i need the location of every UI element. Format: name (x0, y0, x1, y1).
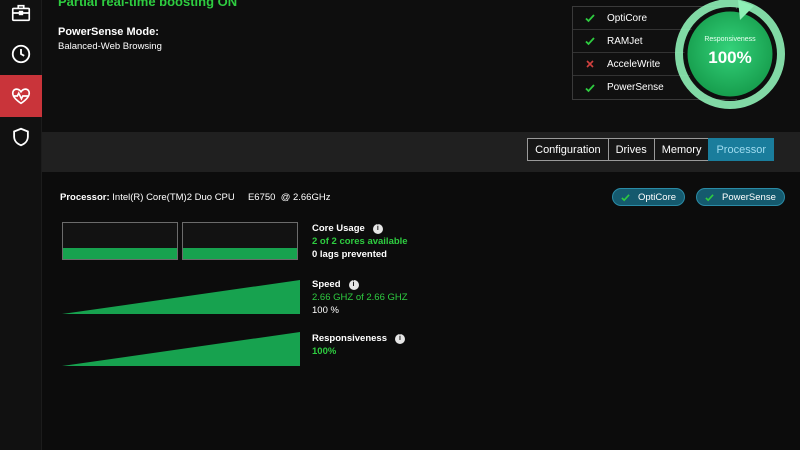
feature-label: RAMJet (607, 35, 643, 47)
responsiveness-gauge: Responsiveness 100% (674, 0, 786, 110)
speed-title: Speed i (312, 279, 359, 290)
responsiveness-value: 100% (312, 346, 337, 357)
core-usage-meter-1 (62, 222, 178, 260)
nav-health[interactable] (0, 75, 42, 117)
gauge-label: Responsiveness (704, 36, 756, 43)
responsiveness-title: Responsiveness i (312, 333, 405, 344)
tab-configuration[interactable]: Configuration (527, 138, 609, 161)
check-icon (583, 81, 597, 95)
nav-history[interactable] (0, 33, 42, 75)
feature-label: PowerSense (607, 82, 664, 93)
nav-rail (0, 0, 42, 450)
responsiveness-ramp-fill (62, 332, 300, 366)
clock-icon (11, 44, 31, 64)
powersense-pill[interactable]: PowerSense (696, 188, 785, 206)
powersense-mode-label: PowerSense Mode: (58, 26, 159, 38)
responsiveness-ramp (62, 332, 300, 366)
core-usage-fill (183, 248, 297, 259)
core-usage-meter-2 (182, 222, 298, 260)
heart-pulse-icon (11, 88, 31, 105)
tab-processor[interactable]: Processor (708, 138, 774, 161)
info-icon[interactable]: i (348, 279, 359, 290)
check-icon (621, 193, 630, 202)
feature-label: OptiCore (607, 12, 648, 24)
speed-percent: 100 % (312, 305, 339, 316)
processor-panel: Processor: Intel(R) Core(TM)2 Duo CPU E6… (42, 172, 800, 450)
status-panel: Partial real-time boosting ON PowerSense… (42, 0, 800, 132)
shield-icon (13, 127, 29, 147)
processor-label: Processor: (60, 192, 110, 203)
tab-memory[interactable]: Memory (653, 138, 710, 161)
processor-title: Processor: Intel(R) Core(TM)2 Duo CPU E6… (60, 192, 330, 203)
speed-ramp-fill (62, 280, 300, 314)
check-icon (583, 11, 597, 25)
pill-label: OptiCore (638, 191, 677, 203)
boost-status-headline: Partial real-time boosting ON (58, 0, 238, 9)
core-usage-title: Core Usage i (312, 223, 383, 234)
processor-name: Intel(R) Core(TM)2 Duo CPU E6750 @ 2.66G… (112, 192, 331, 203)
nav-toolbox[interactable] (0, 0, 42, 34)
speed-ramp (62, 280, 300, 314)
toolbox-icon (11, 4, 31, 22)
info-icon[interactable]: i (372, 223, 383, 234)
info-icon[interactable]: i (394, 333, 405, 344)
core-usage-fill (63, 248, 177, 259)
nav-security[interactable] (0, 116, 42, 158)
powersense-mode-value: Balanced-Web Browsing (58, 41, 162, 52)
core-usage-available: 2 of 2 cores available (312, 236, 408, 247)
gauge-value: 100% (708, 48, 752, 67)
check-icon (705, 193, 714, 202)
cross-icon (583, 57, 597, 71)
speed-value: 2.66 GHZ of 2.66 GHZ (312, 292, 408, 303)
core-usage-lags: 0 lags prevented (312, 249, 387, 260)
check-icon (583, 34, 597, 48)
pill-label: PowerSense (722, 191, 776, 203)
tab-drives[interactable]: Drives (607, 138, 655, 161)
tab-bar: Configuration Drives Memory Processor (42, 132, 800, 172)
feature-label: AcceleWrite (607, 58, 661, 70)
opticore-pill[interactable]: OptiCore (612, 188, 686, 206)
